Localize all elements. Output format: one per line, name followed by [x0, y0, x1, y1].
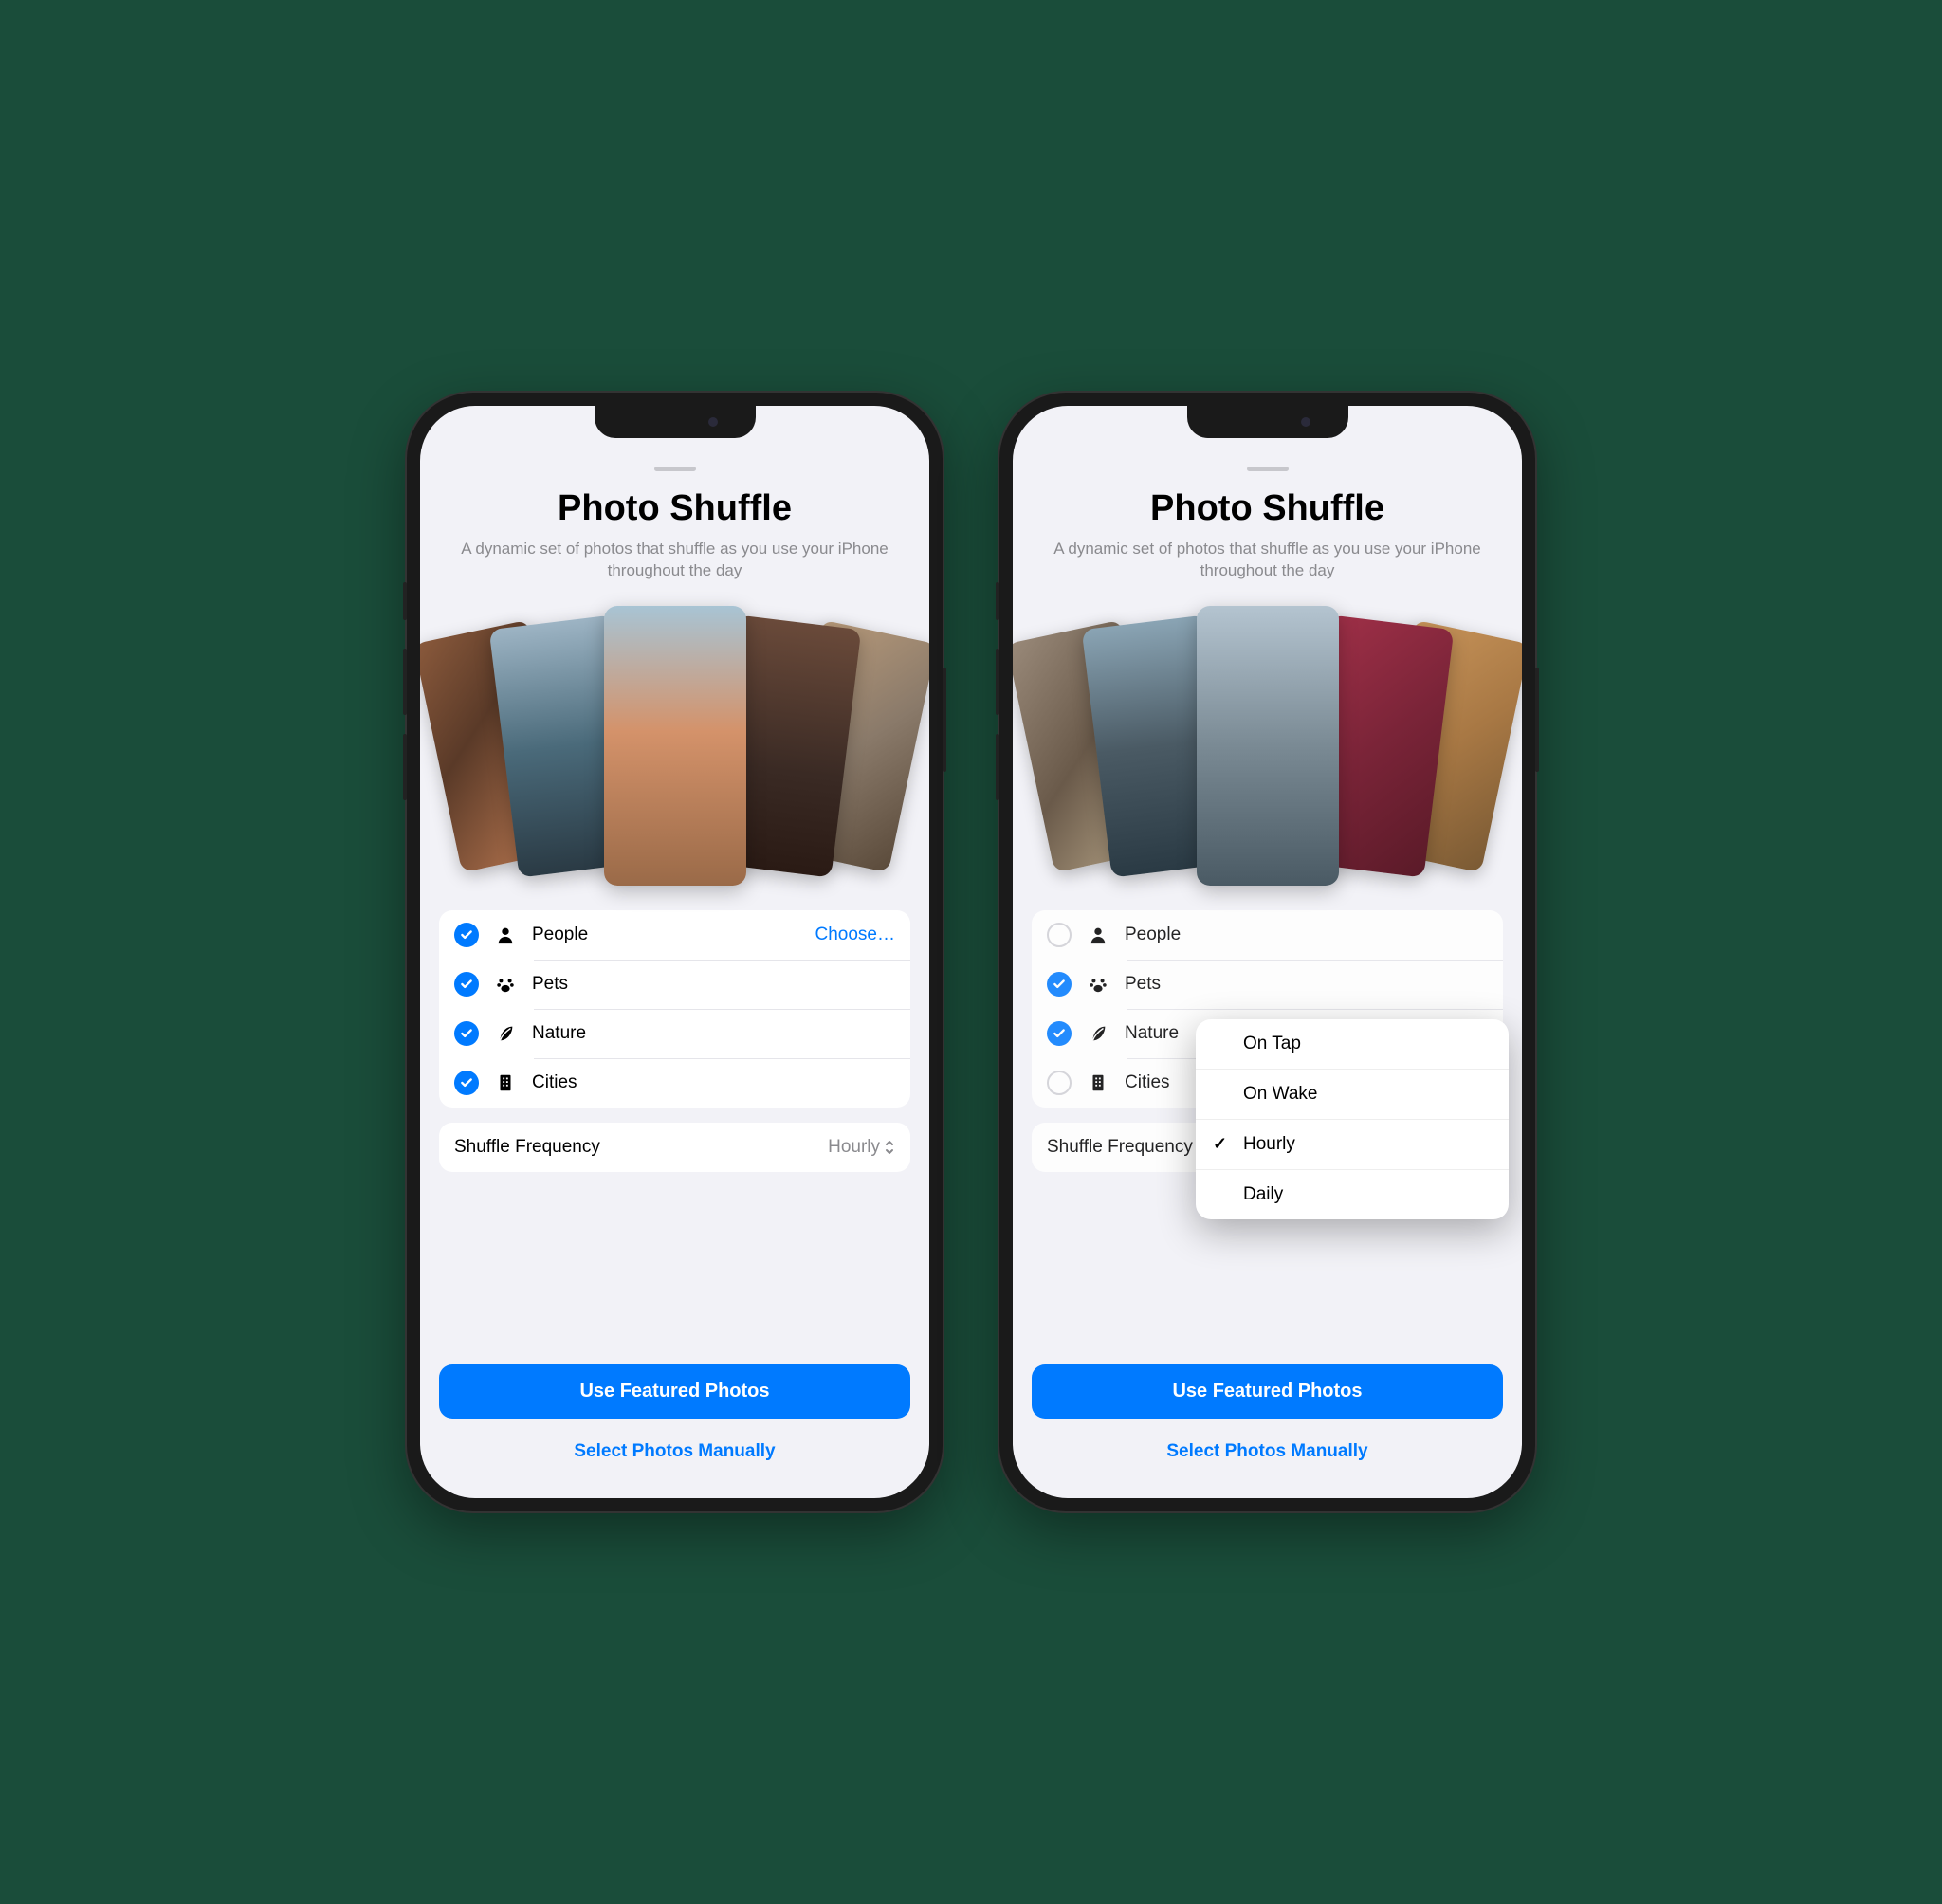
page-title: Photo Shuffle — [1032, 488, 1503, 529]
checkmark-icon[interactable] — [454, 1071, 479, 1095]
paw-icon — [494, 974, 517, 995]
frequency-menu: On Tap On Wake Hourly Daily — [1196, 1019, 1509, 1219]
frequency-option-on-wake[interactable]: On Wake — [1196, 1070, 1509, 1120]
category-label: Cities — [532, 1072, 895, 1093]
checkmark-icon[interactable] — [454, 1021, 479, 1046]
checkmark-icon[interactable] — [454, 972, 479, 997]
page-subtitle: A dynamic set of photos that shuffle as … — [439, 539, 910, 582]
category-list: People Choose… Pets Nature Cities — [439, 910, 910, 1108]
building-icon — [494, 1072, 517, 1093]
category-row-people[interactable]: People — [1032, 910, 1503, 960]
phone-left: Photo Shuffle A dynamic set of photos th… — [407, 393, 943, 1511]
category-label: Pets — [1125, 974, 1488, 995]
phone-right: Photo Shuffle A dynamic set of photos th… — [999, 393, 1535, 1511]
frequency-option-daily[interactable]: Daily — [1196, 1170, 1509, 1219]
select-photos-manually-button[interactable]: Select Photos Manually — [1032, 1432, 1503, 1472]
category-label: People — [1125, 925, 1488, 945]
building-icon — [1087, 1072, 1109, 1093]
category-label: Pets — [532, 974, 895, 995]
photo-fan-preview — [1022, 599, 1512, 893]
sheet-grabber[interactable] — [654, 467, 696, 471]
checkmark-icon[interactable] — [454, 923, 479, 947]
photo-fan-preview — [430, 599, 920, 893]
checkmark-icon[interactable] — [1047, 972, 1072, 997]
checkmark-icon[interactable] — [1047, 1021, 1072, 1046]
category-label: Nature — [532, 1023, 895, 1044]
checkmark-icon[interactable] — [1047, 923, 1072, 947]
screen-left: Photo Shuffle A dynamic set of photos th… — [420, 406, 929, 1498]
notch — [595, 406, 756, 438]
notch — [1187, 406, 1348, 438]
category-row-people[interactable]: People Choose… — [439, 910, 910, 960]
person-icon — [1087, 925, 1109, 945]
checkmark-icon[interactable] — [1047, 1071, 1072, 1095]
leaf-icon — [494, 1023, 517, 1044]
category-row-nature[interactable]: Nature — [439, 1009, 910, 1058]
frequency-option-hourly[interactable]: Hourly — [1196, 1120, 1509, 1170]
select-photos-manually-button[interactable]: Select Photos Manually — [439, 1432, 910, 1472]
frequency-option-on-tap[interactable]: On Tap — [1196, 1019, 1509, 1070]
use-featured-photos-button[interactable]: Use Featured Photos — [1032, 1364, 1503, 1419]
category-row-pets[interactable]: Pets — [439, 960, 910, 1009]
frequency-label: Shuffle Frequency — [1047, 1137, 1193, 1158]
sheet-grabber[interactable] — [1247, 467, 1289, 471]
use-featured-photos-button[interactable]: Use Featured Photos — [439, 1364, 910, 1419]
frequency-value: Hourly — [828, 1137, 895, 1158]
shuffle-frequency-row[interactable]: Shuffle Frequency Hourly — [439, 1123, 910, 1172]
frequency-label: Shuffle Frequency — [454, 1137, 600, 1158]
page-title: Photo Shuffle — [439, 488, 910, 529]
leaf-icon — [1087, 1023, 1109, 1044]
category-label: People — [532, 925, 800, 945]
page-subtitle: A dynamic set of photos that shuffle as … — [1032, 539, 1503, 582]
paw-icon — [1087, 974, 1109, 995]
category-row-pets[interactable]: Pets — [1032, 960, 1503, 1009]
category-row-cities[interactable]: Cities — [439, 1058, 910, 1108]
choose-button[interactable]: Choose… — [815, 925, 896, 945]
updown-icon — [884, 1139, 895, 1156]
person-icon — [494, 925, 517, 945]
screen-right: Photo Shuffle A dynamic set of photos th… — [1013, 406, 1522, 1498]
